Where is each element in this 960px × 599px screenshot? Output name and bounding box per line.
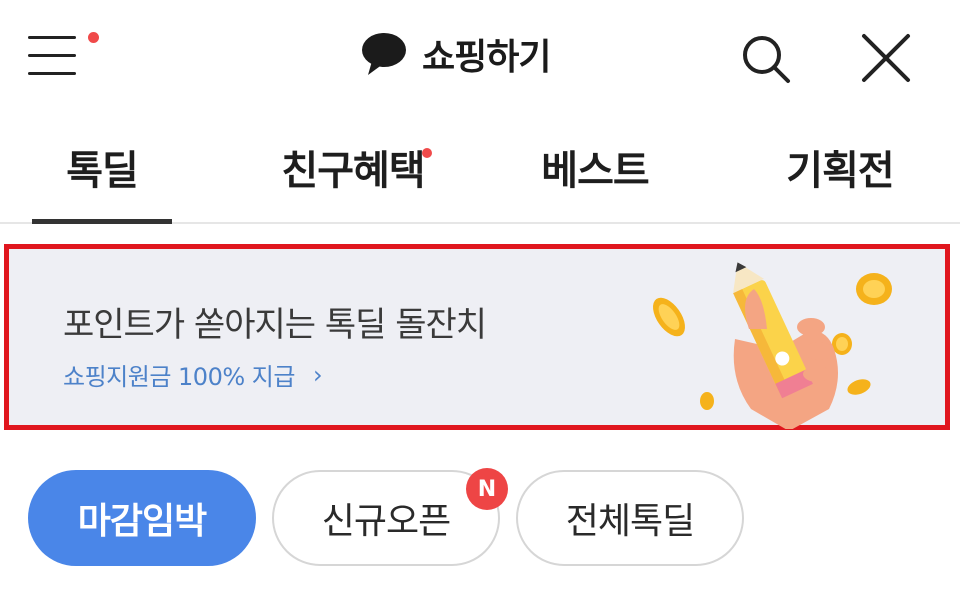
tab-bar: 톡딜 친구혜택 베스트 기획전 xyxy=(0,112,960,224)
app-header: 쇼핑하기 xyxy=(0,0,960,112)
search-icon xyxy=(743,36,790,83)
hand-pencil-coins-illustration xyxy=(653,262,892,429)
menu-button[interactable] xyxy=(26,30,99,82)
tab-label: 친구혜택 xyxy=(281,148,425,194)
banner-link[interactable]: 쇼핑지원금 100% 지급 › xyxy=(63,357,323,392)
tab-active-indicator xyxy=(32,219,172,224)
banner-link-text: 쇼핑지원금 100% 지급 xyxy=(63,363,295,391)
notification-dot xyxy=(88,32,99,43)
filter-all-deals[interactable]: 전체톡딜 xyxy=(516,470,744,566)
page-title-group: 쇼핑하기 xyxy=(358,26,551,82)
tab-best[interactable]: 베스트 xyxy=(520,112,670,222)
hamburger-menu-icon xyxy=(28,36,76,39)
tab-friend-benefits[interactable]: 친구혜택 xyxy=(258,112,448,222)
tab-label: 베스트 xyxy=(541,148,649,194)
filter-closing-soon[interactable]: 마감임박 xyxy=(28,470,256,566)
filter-label: 신규오픈 xyxy=(321,501,451,542)
tab-label: 기획전 xyxy=(786,148,894,194)
filter-label: 전체톡딜 xyxy=(565,501,695,542)
filter-pill-group: 마감임박 신규오픈 N 전체톡딜 xyxy=(0,468,960,570)
new-badge: N xyxy=(466,468,508,510)
close-icon xyxy=(862,34,910,82)
filter-new-open[interactable]: 신규오픈 N xyxy=(272,468,508,566)
tab-label: 톡딜 xyxy=(66,148,139,194)
promo-banner[interactable]: 포인트가 쏟아지는 톡딜 돌잔치 쇼핑지원금 100% 지급 › xyxy=(4,244,950,430)
speech-bubble-icon xyxy=(362,33,406,75)
search-button[interactable] xyxy=(736,30,796,86)
tab-exhibitions[interactable]: 기획전 xyxy=(770,112,910,222)
hamburger-menu-icon-bar xyxy=(28,72,76,75)
filter-label: 마감임박 xyxy=(77,501,207,542)
close-button[interactable] xyxy=(858,30,914,86)
notification-dot xyxy=(422,148,432,158)
page-title: 쇼핑하기 xyxy=(422,37,551,78)
chevron-right-icon: › xyxy=(312,360,323,389)
hamburger-menu-icon-bar xyxy=(28,54,76,57)
tab-tokdeal[interactable]: 톡딜 xyxy=(32,112,172,224)
banner-title: 포인트가 쏟아지는 톡딜 돌잔치 xyxy=(63,305,487,345)
